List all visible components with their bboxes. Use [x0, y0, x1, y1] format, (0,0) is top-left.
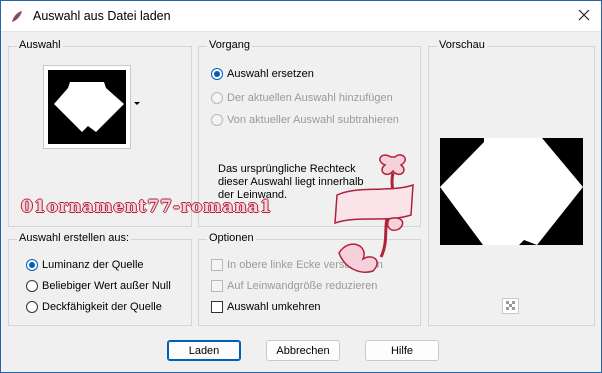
window-title: Auswahl aus Datei laden: [33, 9, 171, 23]
radio-label: Deckfähigkeit der Quelle: [42, 301, 162, 313]
checkbox[interactable]: [211, 301, 223, 313]
close-button[interactable]: [571, 4, 597, 28]
close-icon: [578, 9, 590, 24]
radio-label: Luminanz der Quelle: [42, 259, 144, 271]
radio-label: Der aktuellen Auswahl hinzufügen: [227, 92, 393, 104]
radio-label: Auswahl ersetzen: [227, 68, 314, 80]
radio-button[interactable]: [211, 92, 223, 104]
transparency-toggle-button[interactable]: [502, 298, 519, 314]
radio-button-checked[interactable]: [26, 259, 38, 271]
watermark-flower-logo: [334, 154, 414, 273]
paintshop-app-icon: [9, 9, 25, 25]
checkbox[interactable]: [211, 280, 223, 292]
help-button[interactable]: Hilfe: [365, 340, 439, 361]
vorgang-group-label: Vorgang: [207, 39, 252, 51]
dialog-window: Auswahl aus Datei laden Auswahl Vorgang …: [0, 0, 602, 373]
checkbox-label: Auf Leinwandgröße reduzieren: [227, 280, 378, 292]
radio-label: Beliebiger Wert außer Null: [42, 280, 171, 292]
checkerboard-icon: [506, 301, 515, 310]
thumbnail-dropdown-icon[interactable]: [134, 102, 140, 105]
radio-source-opacity[interactable]: Deckfähigkeit der Quelle: [26, 301, 162, 313]
radio-any-nonzero[interactable]: Beliebiger Wert außer Null: [26, 280, 171, 292]
watermark-text: 01ornament77-romana1: [21, 197, 273, 217]
radio-button-checked[interactable]: [211, 68, 223, 80]
load-button[interactable]: Laden: [167, 340, 241, 361]
preview-image: [440, 138, 583, 245]
selection-thumbnail[interactable]: [43, 65, 131, 149]
radio-subtract-from-selection[interactable]: Von aktueller Auswahl subtrahieren: [211, 114, 399, 126]
checkbox-crop-to-canvas[interactable]: Auf Leinwandgröße reduzieren: [211, 280, 377, 292]
vorschau-group-label: Vorschau: [437, 39, 487, 51]
radio-button[interactable]: [26, 301, 38, 313]
checkbox-invert-selection[interactable]: Auswahl umkehren: [211, 301, 321, 313]
create-from-group-label: Auswahl erstellen aus:: [17, 232, 132, 244]
radio-add-to-selection[interactable]: Der aktuellen Auswahl hinzufügen: [211, 92, 393, 104]
title-bar[interactable]: Auswahl aus Datei laden: [1, 1, 601, 32]
checkbox[interactable]: [211, 259, 223, 271]
cancel-button[interactable]: Abbrechen: [266, 340, 340, 361]
radio-source-luminance[interactable]: Luminanz der Quelle: [26, 259, 144, 271]
radio-button[interactable]: [26, 280, 38, 292]
preview-canvas: [440, 138, 583, 245]
checkbox-label: Auswahl umkehren: [227, 301, 321, 313]
options-group-label: Optionen: [207, 232, 256, 244]
radio-button[interactable]: [211, 114, 223, 126]
selection-thumbnail-image: [48, 70, 126, 144]
radio-label: Von aktueller Auswahl subtrahieren: [227, 114, 399, 126]
radio-replace-selection[interactable]: Auswahl ersetzen: [211, 68, 314, 80]
auswahl-group-label: Auswahl: [17, 39, 63, 51]
